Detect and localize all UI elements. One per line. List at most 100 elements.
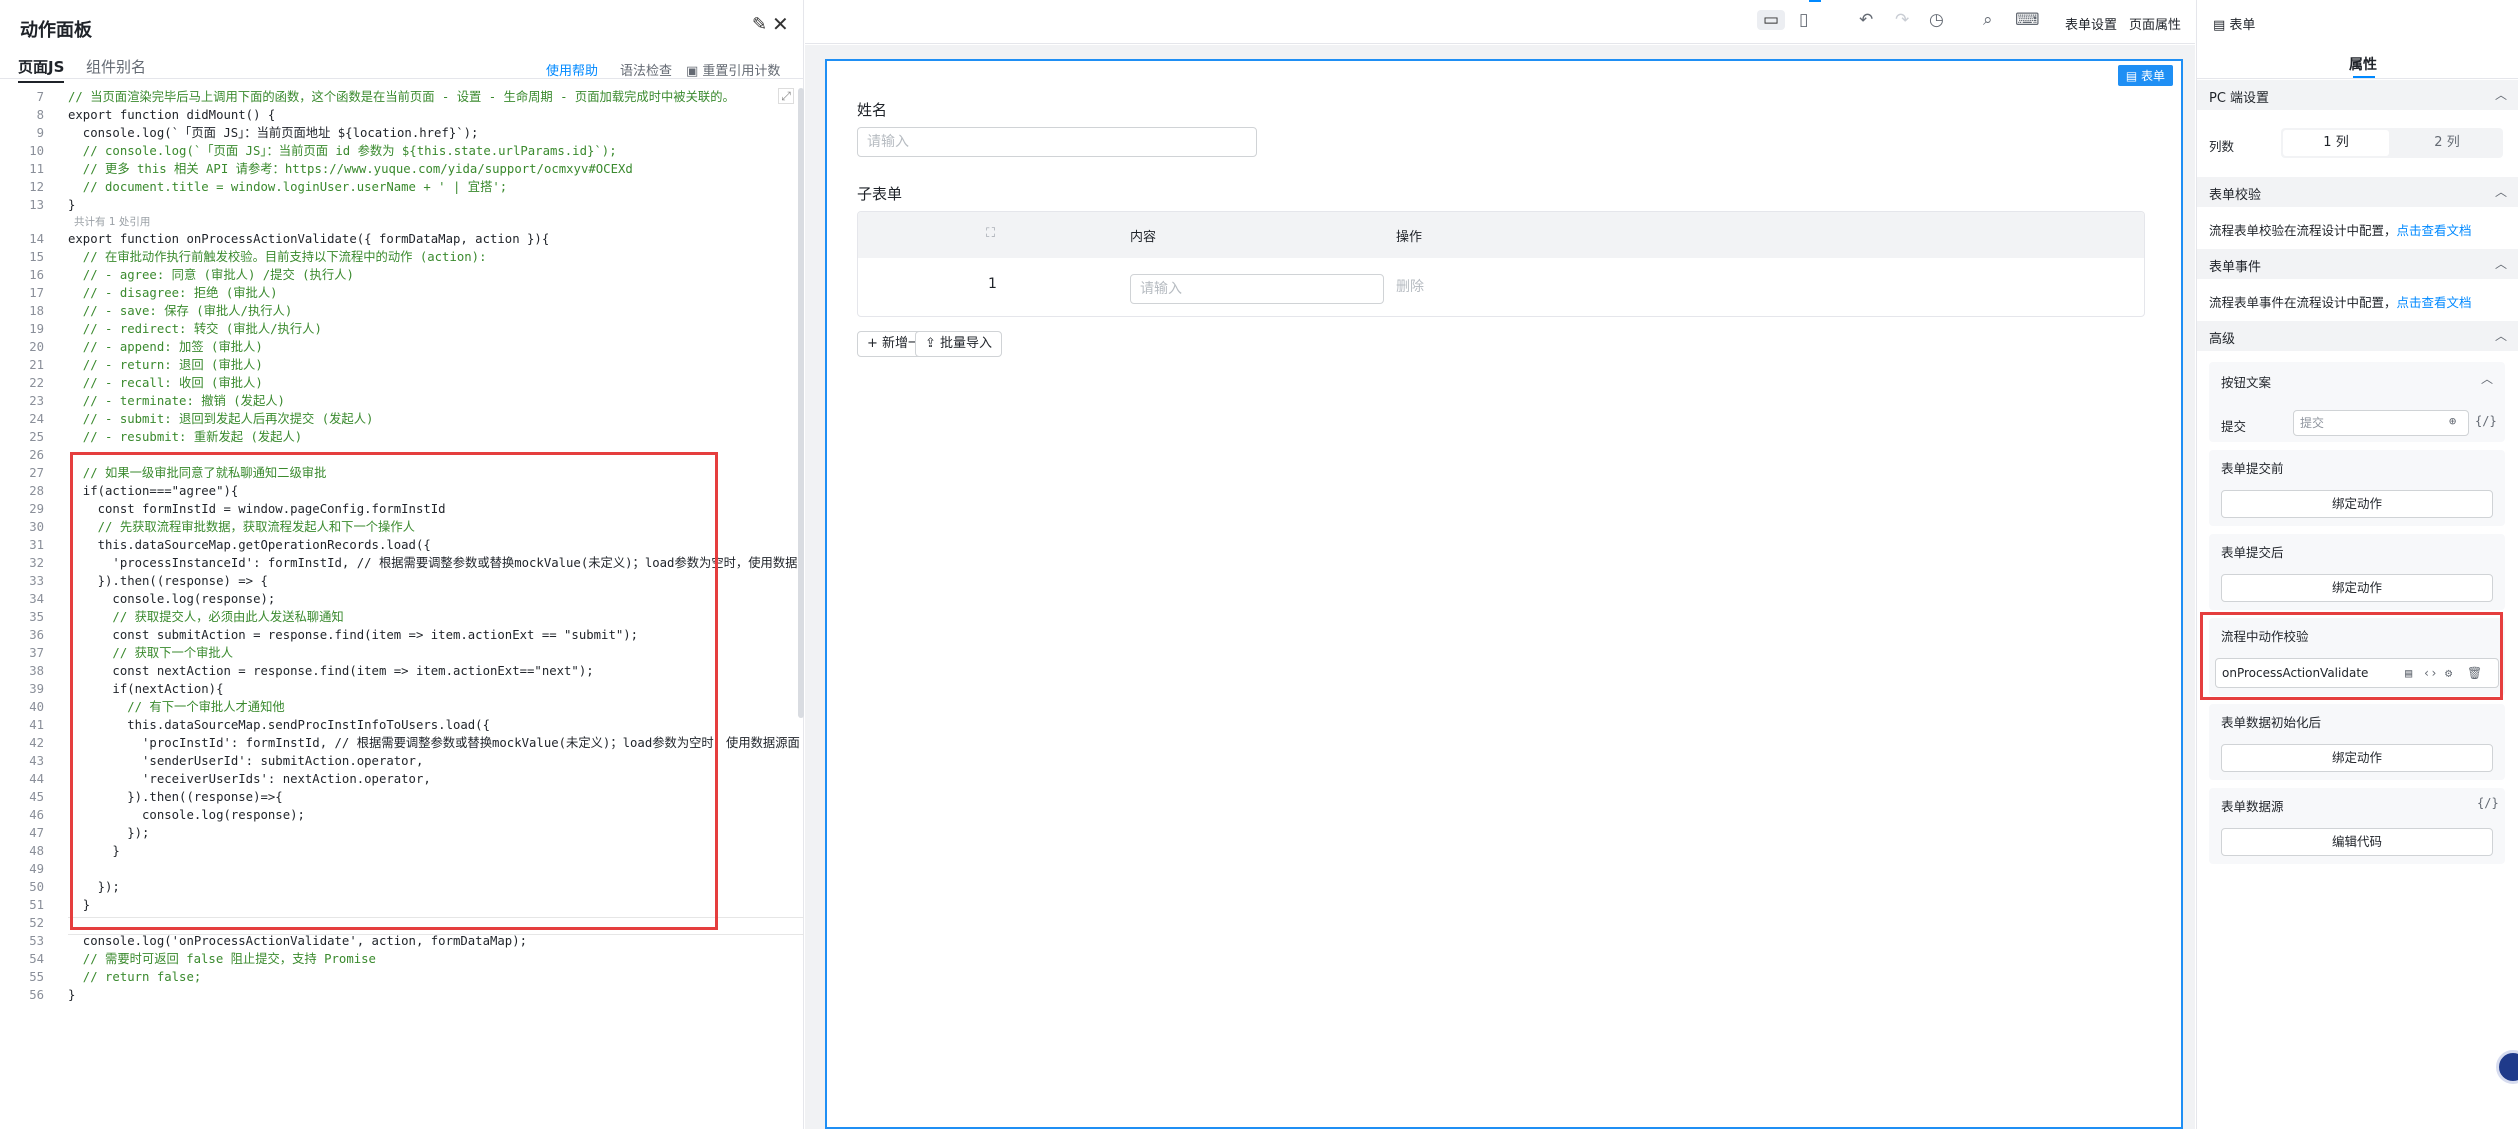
line-text: // 更多 this 相关 API 请参考：https://www.yuque.… [68,162,633,176]
col-1-option[interactable]: 1 列 [2283,130,2389,156]
undo-icon[interactable]: ↶ [1859,10,1873,30]
close-icon[interactable]: ✕ [772,12,789,36]
code-line: 33 }).then((response) => { [0,572,800,590]
gear-icon[interactable]: ⚙ [2445,666,2452,680]
line-text: console.log('onProcessActionValidate', a… [68,934,528,948]
action-panel: 动作面板 ✎ ✕ 页面JS 组件别名 使用帮助 语法检查 ▣ 重置引用计数 ⤢ … [0,0,804,1129]
form-settings-button[interactable]: 表单设置 [2065,14,2117,33]
code-line: 50 }); [0,878,800,896]
line-text: } [68,988,76,1002]
before-submit-card: 表单提交前 绑定动作 [2209,450,2505,526]
button-copy-card: 按钮文案 ︿ 提交 提交 ⊕ {/} [2209,362,2505,442]
code-icon[interactable]: ‹› [2423,666,2437,680]
batch-import-button[interactable]: ⇪ 批量导入 [915,331,1003,357]
bind-action-button[interactable]: 绑定动作 [2221,490,2493,518]
tab-component-alias[interactable]: 组件别名 [86,56,146,77]
code-line: 31 this.dataSourceMap.getOperationRecord… [0,536,800,554]
upload-icon: ⇪ [925,336,941,351]
name-label: 姓名 [857,101,888,119]
line-text: } [68,198,76,212]
divider [0,78,804,79]
line-number: 49 [29,862,44,876]
syntax-check-button[interactable]: 语法检查 [620,60,672,79]
history-icon[interactable]: ◷ [1929,10,1944,30]
line-text: const nextAction = response.find(item =>… [68,664,594,678]
name-input[interactable]: 请输入 [857,127,1257,157]
events-doc-link[interactable]: 点击查看文档 [2397,295,2472,310]
doc-icon: ▤ [2125,69,2141,83]
line-number: 37 [29,646,44,660]
desktop-view-icon[interactable]: ▭ [1757,10,1786,30]
section-title: PC 端设置 [2209,91,2270,106]
page-props-button[interactable]: 页面属性 [2129,14,2181,33]
panel-header-label: 表单 [2229,18,2256,33]
row-delete-button[interactable]: 删除 [1396,276,1424,296]
divider [2197,78,2518,79]
submit-label: 提交 [2221,419,2247,434]
line-number: 38 [29,664,44,678]
bind-action-button[interactable]: 绑定动作 [2221,744,2493,772]
line-text: this.dataSourceMap.getOperationRecords.l… [68,538,431,552]
reset-icon: ▣ [686,64,703,79]
line-number: 41 [29,718,44,732]
search-icon[interactable]: ⌕ [1983,10,1993,30]
code-line: 30 // 先获取流程审批数据，获取流程发起人和下一个操作人 [0,518,800,536]
line-number: 25 [29,430,44,444]
variable-binding-icon[interactable]: {/} [2475,414,2497,428]
section-events[interactable]: 表单事件 ︿ [2197,249,2518,279]
subform-table: ⛶ 内容 操作 1 请输入 删除 [857,211,2145,317]
code-line: 44 'receiverUserIds': nextAction.operato… [0,770,800,788]
row-content-input[interactable]: 请输入 [1130,274,1384,304]
form-container[interactable]: ▤ 表单 姓名 请输入 子表单 ⛶ 内容 操作 1 请输入 删除 + 新增一项 … [825,59,2183,1129]
line-number: 24 [29,412,44,426]
code-line: 54 // 需要时可返回 false 阻止提交，支持 Promise [0,950,800,968]
line-number: 7 [36,90,44,104]
line-number: 43 [29,754,44,768]
validation-doc-link[interactable]: 点击查看文档 [2397,223,2472,238]
reference-hint-text: 共计有 1 处引用 [74,216,151,228]
line-number: 9 [36,126,44,140]
globe-icon[interactable]: ⊕ [2449,414,2456,428]
reset-ref-count-button[interactable]: ▣ 重置引用计数 [686,60,780,79]
editor-scrollbar[interactable] [798,88,804,718]
section-validation[interactable]: 表单校验 ︿ [2197,177,2518,207]
variable-binding-icon[interactable]: {/} [2477,796,2499,810]
delete-icon[interactable]: 🗑 [2467,666,2482,680]
redo-icon[interactable]: ↷ [1895,10,1909,30]
code-line: 17 // - disagree: 拒绝 (审批人) [0,284,800,302]
line-number: 51 [29,898,44,912]
line-text: 'processInstanceId': formInstId, // 根据需要… [68,556,800,570]
section-pc[interactable]: PC 端设置 ︿ [2197,80,2518,110]
line-text: // - append: 加签 (审批人) [68,340,263,354]
code-line: 10 // console.log(`「页面 JS」：当前页面 id 参数为 $… [0,142,800,160]
doc-icon[interactable]: ▤ [2405,666,2412,680]
submit-text-input[interactable]: 提交 [2293,410,2469,436]
edit-code-button[interactable]: 编辑代码 [2221,828,2493,856]
section-title: 表单事件 [2209,260,2262,275]
tab-properties[interactable]: 属性 [2349,54,2377,74]
code-line: 15 // 在审批动作执行前触发校验。目前支持以下流程中的动作 (action)… [0,248,800,266]
line-text: // - save: 保存 (审批人/执行人) [68,304,293,318]
chevron-up-icon: ︿ [2494,88,2507,102]
line-text: // - agree: 同意 (审批人) /提交 (执行人) [68,268,354,282]
line-number: 21 [29,358,44,372]
chevron-up-icon[interactable]: ︿ [2481,370,2493,387]
process-validate-field[interactable]: onProcessActionValidate [2215,658,2499,688]
section-advanced[interactable]: 高级 ︿ [2197,321,2518,351]
col-2-option[interactable]: 2 列 [2393,130,2501,156]
code-line: 41 this.dataSourceMap.sendProcInstInfoTo… [0,716,800,734]
mobile-view-icon[interactable]: ▯ [1799,10,1808,30]
keyboard-icon[interactable]: ⌨ [2015,10,2040,30]
code-line: 29 const formInstId = window.pageConfig.… [0,500,800,518]
line-text: const submitAction = response.find(item … [68,628,639,642]
line-number: 39 [29,682,44,696]
line-text: }).then((response) => { [68,574,268,588]
code-editor[interactable]: 7 // 当页面渲染完毕后马上调用下面的函数，这个函数是在当前页面 - 设置 - … [0,88,800,1004]
data-source-card: 表单数据源 {/} 编辑代码 [2209,788,2505,864]
help-link[interactable]: 使用帮助 [546,60,598,79]
line-text: // - resubmit: 重新发起 (发起人) [68,430,303,444]
code-line: 11 // 更多 this 相关 API 请参考：https://www.yuq… [0,160,800,178]
code-line: 38 const nextAction = response.find(item… [0,662,800,680]
bind-action-button[interactable]: 绑定动作 [2221,574,2493,602]
pin-icon[interactable]: ✎ [752,14,767,35]
